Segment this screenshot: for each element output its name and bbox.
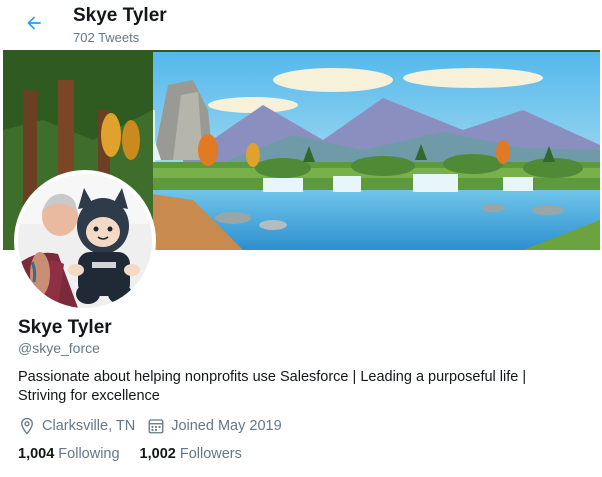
- profile-header: Skye Tyler 702 Tweets: [0, 0, 602, 49]
- bio-line: Passionate about helping nonprofits use …: [18, 369, 527, 385]
- bio-line: Striving for excellence: [18, 388, 160, 404]
- joined-date: Joined May 2019: [147, 417, 282, 435]
- followers-label: Followers: [179, 446, 242, 462]
- followers-link[interactable]: 1,002 Followers: [140, 446, 242, 462]
- profile-meta: Clarksville, TN Joined May 2019: [18, 416, 294, 436]
- following-link[interactable]: 1,004 Following: [18, 446, 120, 462]
- avatar[interactable]: [14, 170, 156, 312]
- profile-name: Skye Tyler: [18, 317, 112, 338]
- map-pin-icon: [18, 417, 36, 435]
- avatar-photo: [18, 174, 152, 308]
- calendar-icon: [147, 417, 165, 435]
- profile-bio: Passionate about helping nonprofits use …: [18, 368, 578, 406]
- location: Clarksville, TN: [18, 417, 135, 435]
- following-count: 1,004: [18, 446, 55, 462]
- arrow-left-icon: [24, 13, 44, 38]
- profile-stats: 1,004 Following 1,002 Followers: [18, 446, 262, 462]
- header-title: Skye Tyler: [73, 5, 167, 26]
- tweet-count: 702 Tweets: [73, 30, 140, 45]
- profile-handle: @skye_force: [18, 340, 100, 356]
- location-text: Clarksville, TN: [42, 418, 136, 434]
- following-label: Following: [58, 446, 120, 462]
- back-button[interactable]: [18, 9, 50, 41]
- followers-count: 1,002: [139, 446, 176, 462]
- joined-text: Joined May 2019: [171, 418, 282, 434]
